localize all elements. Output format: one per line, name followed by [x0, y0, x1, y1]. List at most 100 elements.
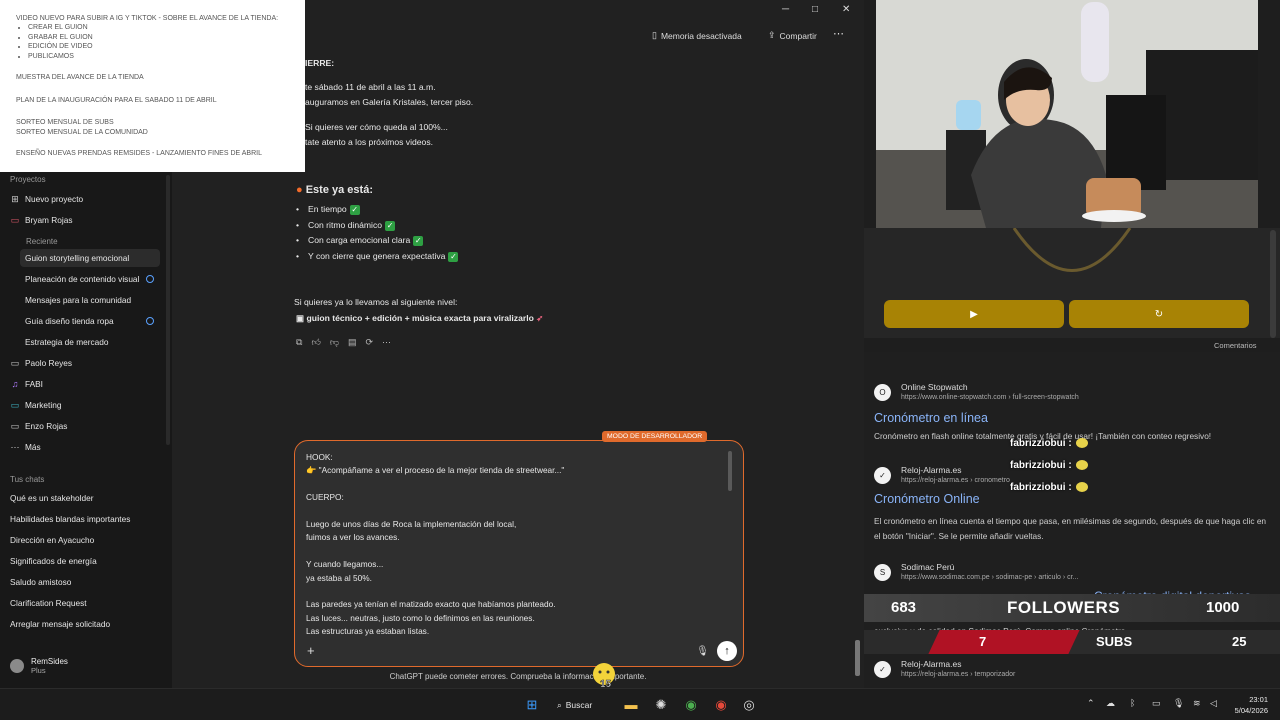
comments-link[interactable]: Comentarios [1214, 341, 1257, 350]
taskbar-clock[interactable]: 23:01 5/04/2026 [1226, 694, 1268, 716]
chat-item[interactable]: Clarification Request [10, 594, 162, 612]
chat-item[interactable]: Significados de energía [10, 552, 162, 570]
emote-icon [1075, 460, 1088, 471]
chat-text: IERRE: [305, 58, 335, 68]
sidebar-item-estrategia[interactable]: Estrategia de mercado [20, 333, 160, 351]
composer-scrollbar[interactable] [728, 451, 732, 491]
chat-item[interactable]: Dirección en Ayacucho [10, 531, 162, 549]
chatgpt-app-icon[interactable]: ✺ [652, 696, 670, 714]
thumbs-down-icon[interactable]: 👎︎ [330, 337, 339, 348]
sidebar-item-fabi[interactable]: ♫ FABI [10, 375, 162, 393]
composer-line: Y cuando llegamos... [306, 559, 384, 570]
sidebar-item-bryam-rojas[interactable]: ▭ Bryam Rojas [10, 211, 162, 229]
result-url: https://www.online-stopwatch.com › full-… [901, 394, 1079, 401]
sidebar-item-marketing[interactable]: ▭ Marketing [10, 396, 162, 414]
add-attachment-icon[interactable]: + [307, 643, 315, 658]
chat-item[interactable]: Habilidades blandas importantes [10, 510, 162, 528]
file-explorer-icon[interactable]: ▬ [622, 696, 640, 714]
webcam-image [876, 0, 1258, 228]
microphone-icon[interactable]: 🎙︎ [696, 646, 709, 657]
user-name: RemSides [31, 657, 68, 666]
more-options-icon[interactable]: ⋯ [833, 27, 844, 40]
folder-icon: ▭ [10, 420, 20, 431]
site-favicon: O [874, 384, 891, 401]
sidebar-item-guia-diseno[interactable]: Guía diseño tienda ropa [20, 312, 160, 330]
emote-icon [1075, 482, 1088, 493]
loading-ring-icon [146, 317, 154, 325]
sidebar-item-paolo-reyes[interactable]: ▭ Paolo Reyes [10, 354, 162, 372]
battery-icon[interactable]: ▭ [1152, 698, 1161, 709]
chat-item[interactable]: Qué es un stakeholder [10, 489, 162, 507]
sidebar-item-guion-storytelling[interactable]: Guion storytelling emocional [20, 249, 160, 267]
regenerate-icon[interactable]: ⟳ [366, 337, 374, 348]
chat-text: tate atento a los próximos videos. [305, 137, 434, 147]
canvas-icon[interactable]: ▤ [348, 337, 357, 348]
more-icon[interactable]: ⋯ [382, 337, 391, 348]
new-project-icon: ⊞ [11, 193, 19, 204]
result-title[interactable]: Cronómetro Online [874, 492, 980, 506]
composer-text[interactable]: HOOK: 👉 "Acompáñame a ver el proceso de … [306, 451, 726, 639]
composer-line: Las paredes ya tenían el matizado exacto… [306, 599, 556, 610]
windows-start-icon[interactable]: ⊞ [523, 696, 541, 714]
memory-status-button[interactable]: ▯ Memoria desactivada [652, 30, 742, 41]
onedrive-icon[interactable]: ☁ [1106, 698, 1115, 709]
followers-goal: 1000 [1206, 599, 1240, 616]
loading-ring-icon [146, 275, 154, 283]
message-composer[interactable]: HOOK: 👉 "Acompáñame a ver el proceso de … [294, 440, 744, 667]
minimize-icon[interactable]: ─ [782, 4, 789, 15]
share-button[interactable]: ⇪ Compartir [768, 30, 817, 41]
obs-icon[interactable]: ◎ [740, 696, 758, 714]
subs-goal-bar: 7 SUBS 25 [864, 630, 1280, 654]
maximize-icon[interactable]: □ [812, 4, 818, 15]
play-icon: ▶ [970, 308, 978, 320]
result-site: Sodimac Perú [901, 562, 955, 572]
reset-icon: ↻ [1154, 308, 1164, 320]
notes-list: CREAR EL GUION GRABAR EL GUION EDICIÓN D… [28, 23, 291, 61]
volume-icon[interactable]: ◁ [1210, 698, 1217, 709]
badge-number: 15 [600, 679, 612, 688]
fire-icon: ● [296, 184, 303, 196]
composer-line: fuimos a ver los avances. [306, 532, 400, 543]
recent-label: Reciente [26, 237, 58, 246]
memory-icon: ▯ [652, 30, 657, 40]
send-button[interactable]: ↑ [717, 641, 737, 661]
taskbar-search[interactable]: ⌕ Buscar [557, 695, 613, 715]
sidebar-item-mas[interactable]: ⋯ Más [10, 438, 162, 456]
mic-tray-icon[interactable]: 🎙︎ [1173, 698, 1184, 709]
tray-chevron-icon[interactable]: ⌃ [1087, 698, 1095, 709]
chat-item[interactable]: Arreglar mensaje solicitado [10, 615, 162, 633]
thumbs-up-icon[interactable]: 👍︎ [311, 337, 320, 348]
reset-button[interactable]: ↻ [1069, 300, 1249, 328]
site-favicon: S [874, 564, 891, 581]
start-button[interactable]: ▶ [884, 300, 1064, 328]
sidebar-item-planeacion[interactable]: Planeación de contenido visual [20, 270, 160, 288]
sidebar-scrollbar[interactable] [166, 175, 170, 445]
result-site: Reloj-Alarma.es [901, 659, 962, 669]
page-scrollbar[interactable] [1270, 230, 1276, 338]
sidebar-item-enzo-rojas[interactable]: ▭ Enzo Rojas [10, 417, 162, 435]
chat-scrollbar[interactable] [855, 640, 860, 676]
clapper-icon: ▣ [296, 313, 305, 323]
search-icon: ⌕ [557, 699, 562, 710]
user-account[interactable]: RemSides Plus [10, 657, 68, 675]
notes-overlay: VIDEO NUEVO PARA SUBIR A IG Y TIKTOK - S… [0, 0, 305, 172]
chrome-icon[interactable]: ◉ [682, 696, 700, 714]
close-icon[interactable]: ✕ [842, 4, 850, 15]
result-title[interactable]: Cronómetro en línea [874, 411, 988, 425]
copy-icon[interactable]: ⧉ [296, 337, 302, 348]
composer-line: CUERPO: [306, 492, 344, 503]
sidebar-item-new-project[interactable]: ⊞ Nuevo proyecto [10, 190, 162, 208]
chat-item[interactable]: Saludo amistoso [10, 573, 162, 591]
clock-time: 23:01 [1249, 695, 1268, 704]
bluetooth-icon[interactable]: ᛒ [1130, 698, 1135, 708]
notes-item: EDICIÓN DE VIDEO [28, 42, 291, 51]
wifi-icon[interactable]: ≋ [1193, 698, 1201, 709]
subs-progress-fill [928, 630, 1080, 654]
composer-line [306, 585, 726, 598]
chrome-profile-icon[interactable]: ◉ [712, 696, 730, 714]
sidebar-item-mensajes[interactable]: Mensajes para la comunidad [20, 291, 160, 309]
taskbar: ⊞ ⌕ Buscar ▬ ✺ ◉ ◉ ◎ ⌃ ☁ ᛒ ▭ 🎙︎ ≋ ◁ 23:01… [0, 688, 1280, 720]
site-favicon: ✓ [874, 661, 891, 678]
folder-icon: ▭ [10, 357, 20, 368]
disclaimer-text: ChatGPT puede cometer errores. Comprueba… [389, 672, 647, 681]
